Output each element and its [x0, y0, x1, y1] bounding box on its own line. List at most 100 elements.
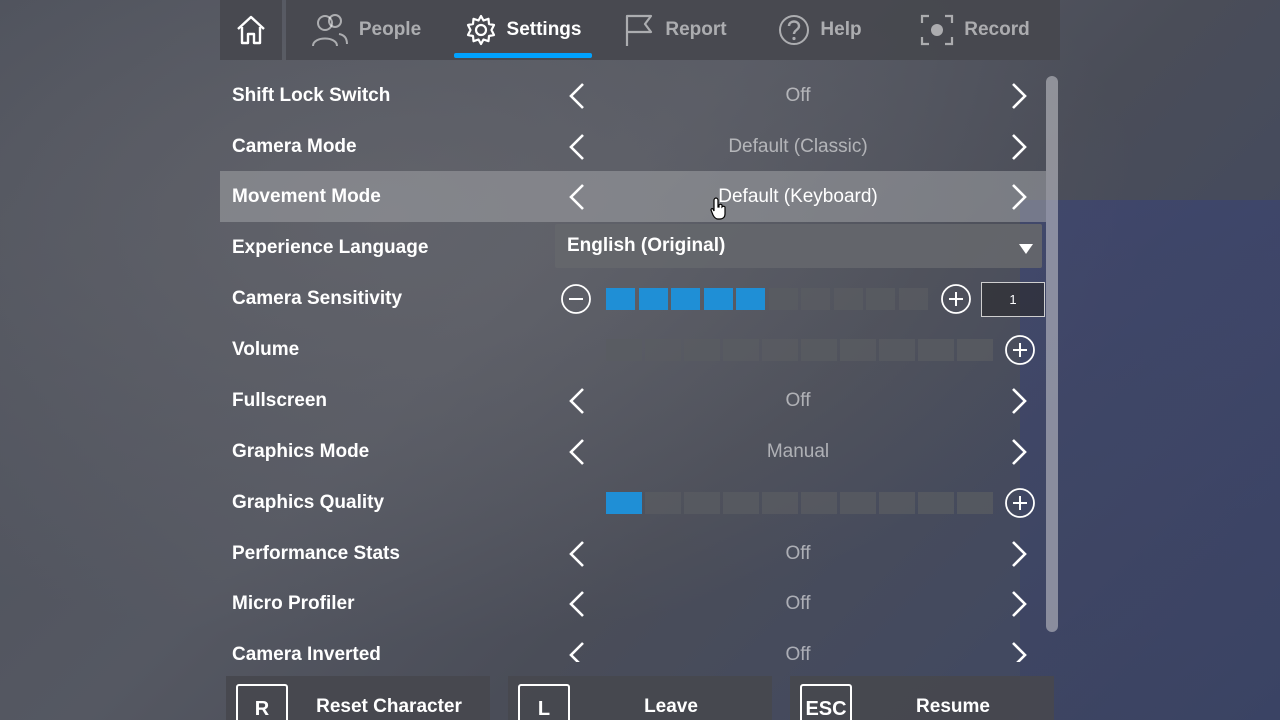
setting-camera-inverted: Camera Inverted Off: [220, 629, 1046, 662]
slider-segment[interactable]: [957, 339, 993, 361]
tab-people-label: People: [358, 19, 422, 40]
chevron-right-icon[interactable]: [1004, 435, 1034, 469]
slider-segment[interactable]: [684, 492, 720, 514]
setting-value: Default (Keyboard): [718, 185, 878, 207]
graphics-quality-slider[interactable]: [606, 492, 996, 514]
setting-camera-sensitivity: Camera Sensitivity 1: [220, 273, 1046, 324]
chevron-left-icon[interactable]: [562, 180, 592, 214]
slider-segment[interactable]: [768, 288, 798, 310]
slider-segment[interactable]: [879, 339, 915, 361]
plus-circle-icon[interactable]: [1004, 487, 1036, 519]
slider-segment[interactable]: [606, 492, 642, 514]
setting-label: Graphics Quality: [232, 491, 385, 513]
tab-settings[interactable]: Settings: [446, 0, 600, 60]
slider-segment[interactable]: [898, 288, 928, 310]
tab-record-label: Record: [964, 19, 1030, 40]
tab-record[interactable]: Record: [890, 0, 1060, 60]
chevron-right-icon[interactable]: [1004, 180, 1034, 214]
setting-label: Volume: [232, 338, 300, 360]
slider-segment[interactable]: [957, 492, 993, 514]
chevron-left-icon[interactable]: [562, 79, 592, 113]
slider-segment[interactable]: [645, 492, 681, 514]
setting-label: Micro Profiler: [232, 592, 355, 614]
slider-segment[interactable]: [840, 492, 876, 514]
plus-circle-icon[interactable]: [1004, 334, 1036, 366]
slider-segment[interactable]: [723, 492, 759, 514]
top-tab-bar: People Settings Report Help Record: [220, 0, 1060, 60]
setting-volume: Volume: [220, 324, 1046, 375]
setting-movement-mode[interactable]: Movement Mode Default (Keyboard): [220, 171, 1046, 222]
tab-report-label: Report: [665, 19, 727, 40]
home-tab[interactable]: [220, 0, 282, 60]
slider-segment[interactable]: [736, 288, 765, 310]
slider-segment[interactable]: [762, 339, 798, 361]
chevron-right-icon[interactable]: [1004, 130, 1034, 164]
help-icon: [778, 14, 810, 46]
key-hint-l: L: [518, 684, 570, 720]
tabs: People Settings Report Help Record: [286, 0, 1060, 60]
chevron-right-icon[interactable]: [1004, 537, 1034, 571]
tab-report[interactable]: Report: [600, 0, 750, 60]
chevron-left-icon[interactable]: [562, 435, 592, 469]
resume-label: Resume: [916, 696, 990, 717]
slider-segment[interactable]: [723, 339, 759, 361]
setting-value: Off: [785, 389, 811, 411]
setting-label: Experience Language: [232, 236, 429, 258]
leave-label: Leave: [644, 696, 698, 717]
chevron-left-icon[interactable]: [562, 537, 592, 571]
sensitivity-input[interactable]: 1: [981, 282, 1045, 317]
slider-segment[interactable]: [918, 339, 954, 361]
chevron-right-icon[interactable]: [1004, 587, 1034, 621]
slider-segment[interactable]: [918, 492, 954, 514]
leave-button[interactable]: L Leave: [508, 676, 772, 720]
setting-label: Performance Stats: [232, 542, 400, 564]
slider-segment[interactable]: [801, 492, 837, 514]
chevron-left-icon[interactable]: [562, 130, 592, 164]
slider-segment[interactable]: [801, 288, 830, 310]
setting-camera-mode: Camera Mode Default (Classic): [220, 121, 1046, 172]
scrollbar[interactable]: [1046, 76, 1058, 632]
slider-segment[interactable]: [833, 288, 863, 310]
setting-value: Default (Classic): [728, 135, 868, 157]
slider-segment[interactable]: [671, 288, 700, 310]
slider-segment[interactable]: [762, 492, 798, 514]
setting-label: Shift Lock Switch: [232, 84, 391, 106]
key-hint-esc: ESC: [800, 684, 852, 720]
slider-segment[interactable]: [840, 339, 876, 361]
chevron-right-icon[interactable]: [1004, 638, 1034, 662]
chevron-left-icon[interactable]: [562, 587, 592, 621]
tab-help[interactable]: Help: [750, 0, 890, 60]
reset-character-button[interactable]: R Reset Character: [226, 676, 490, 720]
setting-value: Off: [785, 643, 811, 663]
slider-segment[interactable]: [645, 339, 681, 361]
reset-character-label: Reset Character: [316, 696, 462, 717]
slider-segment[interactable]: [801, 339, 837, 361]
flag-icon: [623, 13, 655, 47]
slider-segment[interactable]: [879, 492, 915, 514]
chevron-right-icon[interactable]: [1004, 79, 1034, 113]
volume-slider[interactable]: [606, 339, 996, 361]
camera-sensitivity-slider[interactable]: [606, 288, 931, 310]
slider-segment[interactable]: [866, 288, 895, 310]
people-icon: [311, 12, 349, 48]
chevron-left-icon[interactable]: [562, 638, 592, 662]
setting-value: Off: [785, 542, 811, 564]
mouse-cursor-icon: [710, 197, 726, 220]
minus-circle-icon[interactable]: [560, 283, 592, 315]
plus-circle-icon[interactable]: [940, 283, 972, 315]
language-dropdown[interactable]: English (Original): [555, 224, 1042, 268]
slider-segment[interactable]: [606, 339, 642, 361]
resume-button[interactable]: ESC Resume: [790, 676, 1054, 720]
slider-segment[interactable]: [606, 288, 635, 310]
settings-menu: People Settings Report Help Record Shift…: [220, 0, 1060, 720]
record-icon: [920, 14, 954, 46]
chevron-right-icon[interactable]: [1004, 384, 1034, 418]
setting-graphics-mode: Graphics Mode Manual: [220, 426, 1046, 477]
tab-people[interactable]: People: [286, 0, 446, 60]
slider-segment[interactable]: [703, 288, 733, 310]
setting-value: Manual: [766, 440, 830, 462]
tab-help-label: Help: [820, 19, 862, 40]
slider-segment[interactable]: [638, 288, 668, 310]
slider-segment[interactable]: [684, 339, 720, 361]
chevron-left-icon[interactable]: [562, 384, 592, 418]
